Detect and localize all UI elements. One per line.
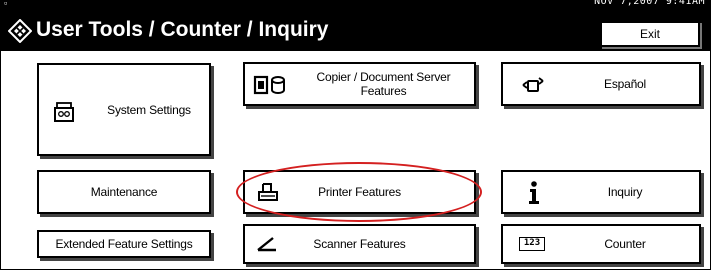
status-bar: ▫ NOV 7,2007 9:41AM (0, 0, 711, 8)
scanner-features-button[interactable]: Scanner Features (243, 224, 476, 264)
user-tools-icon (8, 19, 32, 43)
title-bar: User Tools / Counter / Inquiry Exit (0, 7, 711, 51)
system-settings-icon (54, 102, 74, 122)
inquiry-button[interactable]: Inquiry (501, 170, 701, 214)
system-settings-label: System Settings (107, 102, 191, 117)
maintenance-button[interactable]: Maintenance (37, 170, 211, 214)
page-title: User Tools / Counter / Inquiry (36, 18, 329, 41)
scanner-features-label: Scanner Features (313, 237, 406, 251)
highlight-ellipse (236, 162, 482, 222)
extended-feature-settings-button[interactable]: Extended Feature Settings (37, 230, 211, 258)
system-settings-button[interactable]: System Settings (37, 63, 211, 156)
copier-document-server-button[interactable]: Copier / Document Server Features (243, 62, 476, 106)
language-icon (522, 77, 544, 92)
info-icon (529, 181, 539, 204)
counter-label: Counter (604, 237, 646, 251)
language-button[interactable]: Español (501, 62, 701, 106)
counter-icon: 123 (519, 237, 545, 251)
language-label: Español (604, 77, 646, 91)
copier-document-server-icon (253, 75, 285, 95)
extended-feature-settings-label: Extended Feature Settings (55, 237, 193, 251)
maintenance-label: Maintenance (90, 185, 158, 199)
copier-document-server-label: Copier / Document Server Features (316, 70, 451, 98)
counter-button[interactable]: 123 Counter (501, 224, 701, 264)
inquiry-label: Inquiry (607, 185, 643, 199)
exit-button[interactable]: Exit (600, 21, 700, 47)
